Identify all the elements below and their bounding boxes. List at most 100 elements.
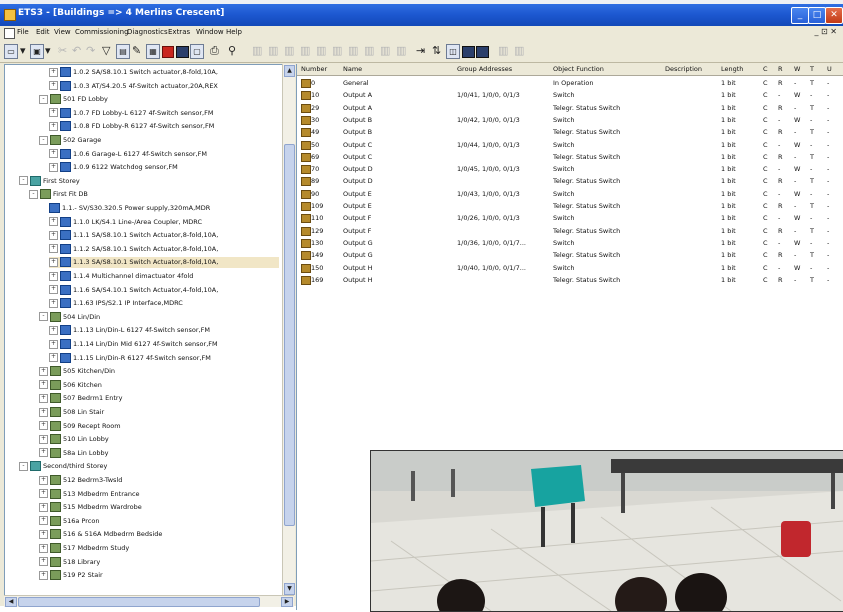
tree-item[interactable]: +58a Lin Lobby (39, 447, 279, 459)
table-row[interactable]: 90 Output E 1/0/43, 1/0/0, 0/1/3 Switch 1 bi… (297, 188, 843, 200)
expand-plus-icon[interactable]: + (49, 230, 58, 240)
tree-item[interactable]: +1.1.14 Lin/Din Mid 6127 4f-Switch senso… (49, 339, 279, 350)
table-row[interactable]: 109 Output E Telegr. Status Switch 1 bit C R -… (297, 200, 843, 212)
table-row[interactable]: 0 General In Operation 1 bit C R - T - (297, 77, 843, 89)
tree-item[interactable]: +513 Mdbedrm Entrance (39, 488, 279, 500)
properties-icon[interactable]: ▤ (116, 44, 130, 59)
table-row[interactable]: 130 Output G 1/0/36, 1/0/0, 0/1/7... Switch… (297, 237, 843, 249)
tree-item[interactable]: +1.0.9 6122 Watchdog sensor,FM (49, 162, 279, 173)
table-row[interactable]: 29 Output A Telegr. Status Switch 1 bit C R - T… (297, 102, 843, 114)
collapse-minus-icon[interactable]: - (39, 94, 48, 104)
tree-item[interactable]: +1.1.13 Lin/Din-L 6127 4f-Switch sensor,… (49, 325, 279, 336)
mdi-controls[interactable]: _ ⊡ ✕ (815, 27, 838, 36)
bus-monitor-icon[interactable]: ▥ (364, 44, 374, 57)
expand-plus-icon[interactable]: + (49, 285, 58, 295)
menu-edit[interactable]: Edit (36, 28, 50, 36)
expand-plus-icon[interactable]: + (49, 257, 58, 267)
col-name[interactable]: Name (343, 65, 362, 73)
expand-plus-icon[interactable]: + (49, 339, 58, 349)
table-row[interactable]: 149 Output G Telegr. Status Switch 1 bit C R -… (297, 249, 843, 261)
catalog-icon[interactable]: ▢ (190, 44, 204, 59)
expand-plus-icon[interactable]: + (39, 407, 48, 417)
expand-plus-icon[interactable]: + (49, 325, 58, 335)
tree-item[interactable]: +1.1.1 SA/S8.10.1 Switch Actuator,8-fold… (49, 230, 279, 241)
tree-item[interactable]: +516 & 516A Mdbedrm Bedside (39, 529, 279, 540)
menu-extras[interactable]: Extras (168, 28, 190, 36)
tree-item[interactable]: - 502 Garage (39, 135, 279, 146)
tree-item[interactable]: +1.1.0 LK/S4.1 Line-/Area Coupler, MDRC (49, 216, 279, 228)
menu-window[interactable]: Window (196, 28, 224, 36)
expand-plus-icon[interactable]: + (39, 421, 48, 431)
collapse-minus-icon[interactable]: - (29, 189, 38, 199)
view-topology-icon[interactable] (162, 46, 174, 58)
minimize-button[interactable]: _ (791, 7, 809, 24)
tree-item[interactable]: +1.0.3 AT/S4.20.5 4f-Switch actuator,20A… (49, 80, 279, 92)
tree-item[interactable]: - 501 FD Lobby (39, 94, 279, 105)
expand-plus-icon[interactable]: + (49, 149, 58, 159)
tree-item[interactable]: +1.1.4 Multichannel dimactuator 4fold (49, 271, 279, 282)
print-icon[interactable]: ⎙ (210, 44, 219, 57)
tree-item[interactable]: +518 Library (39, 556, 279, 568)
tree-item[interactable]: +507 Bedrm1 Entry (39, 393, 279, 404)
table-row[interactable]: 10 Output A 1/0/41, 1/0/0, 0/1/3 Switch 1 bi… (297, 89, 843, 101)
col-group-addresses[interactable]: Group Addresses (457, 65, 512, 73)
online-icon[interactable]: ▥ (348, 44, 358, 57)
tree-item[interactable]: +506 Kitchen (39, 379, 279, 391)
expand-plus-icon[interactable]: + (49, 244, 58, 254)
unload-icon[interactable]: ▥ (300, 44, 310, 57)
table-row[interactable]: 110 Output F 1/0/26, 1/0/0, 0/1/3 Switch 1 b… (297, 212, 843, 224)
close-button[interactable]: ✕ (825, 7, 843, 24)
table-row[interactable]: 169 Output H Telegr. Status Switch 1 bit C R -… (297, 274, 843, 286)
tree-item[interactable]: - Second/third Storey (19, 461, 279, 472)
expand-plus-icon[interactable]: + (49, 217, 58, 227)
tree-item[interactable]: +508 Lin Stair (39, 407, 279, 418)
col-u[interactable]: U (827, 65, 832, 73)
tree-item[interactable]: +1.0.2 SA/S8.10.1 Switch actuator,8-fold… (49, 67, 279, 78)
collapse-minus-icon[interactable]: - (39, 312, 48, 322)
table-row[interactable]: 69 Output C Telegr. Status Switch 1 bit C R - T… (297, 151, 843, 163)
expand-plus-icon[interactable]: + (49, 67, 58, 77)
col-number[interactable]: Number (301, 65, 327, 73)
tree-item[interactable]: +1.1.15 Lin/Din-R 6127 4f-Switch sensor,… (49, 352, 279, 364)
expand-plus-icon[interactable]: + (49, 162, 58, 172)
open-folder-icon[interactable]: ▣ (30, 44, 44, 59)
menu-view[interactable]: View (54, 28, 71, 36)
tree-item[interactable]: - First Storey (19, 175, 279, 187)
maximize-button[interactable]: □ (808, 7, 826, 24)
redo-icon[interactable]: ↷ (86, 44, 95, 57)
col-description[interactable]: Description (665, 65, 702, 73)
tree-vertical-scrollbar[interactable]: ▲ ▼ (282, 64, 295, 596)
table-row[interactable]: 70 Output D 1/0/45, 1/0/0, 0/1/3 Switch 1 bi… (297, 163, 843, 175)
view-buildings-icon[interactable]: ▦ (146, 44, 160, 59)
col-w[interactable]: W (794, 65, 800, 73)
tree-item[interactable]: +1.1.3 SA/S8.10.1 Switch Actuator,8-fold… (49, 257, 279, 269)
expand-plus-icon[interactable]: + (49, 81, 58, 91)
expand-plus-icon[interactable]: + (49, 271, 58, 281)
scroll-down-arrow-icon[interactable]: ▼ (284, 583, 295, 595)
tree-item[interactable]: +517 Mdbedrm Study (39, 543, 279, 554)
undo-icon[interactable]: ↶ (72, 44, 81, 57)
col-c[interactable]: C (763, 65, 768, 73)
expand-plus-icon[interactable]: + (39, 516, 48, 526)
expand-plus-icon[interactable]: + (39, 502, 48, 512)
tree-item[interactable]: +1.1.6 SA/S4.10.1 Switch Actuator,4-fold… (49, 284, 279, 296)
expand-plus-icon[interactable]: + (39, 557, 48, 567)
building-tree[interactable]: +1.0.2 SA/S8.10.1 Switch actuator,8-fold… (4, 64, 284, 596)
expand-plus-icon[interactable]: + (49, 108, 58, 118)
new-document-icon[interactable]: ▭ (4, 44, 18, 59)
program-address-icon[interactable]: ▥ (284, 44, 294, 57)
group-monitor-icon[interactable]: ▥ (380, 44, 390, 57)
tree-item[interactable]: +1.1.63 IPS/S2.1 IP Interface,MDRC (49, 298, 279, 309)
sort-icon[interactable]: ⇅ (432, 44, 441, 57)
tile-icon-1[interactable]: ▥ (498, 44, 508, 57)
tree-item[interactable]: +1.0.6 Garage-L 6127 4f-Switch sensor,FM (49, 148, 279, 160)
tree-item[interactable]: +519 P2 Stair (39, 570, 279, 581)
col-t[interactable]: T (810, 65, 814, 73)
expand-plus-icon[interactable]: + (39, 570, 48, 580)
col-length[interactable]: Length (721, 65, 743, 73)
expand-plus-icon[interactable]: + (39, 380, 48, 390)
expand-plus-icon[interactable]: + (49, 121, 58, 131)
table-row[interactable]: 49 Output B Telegr. Status Switch 1 bit C R - T… (297, 126, 843, 138)
tree-item[interactable]: +510 Lin Lobby (39, 434, 279, 445)
expand-plus-icon[interactable]: + (49, 298, 58, 308)
